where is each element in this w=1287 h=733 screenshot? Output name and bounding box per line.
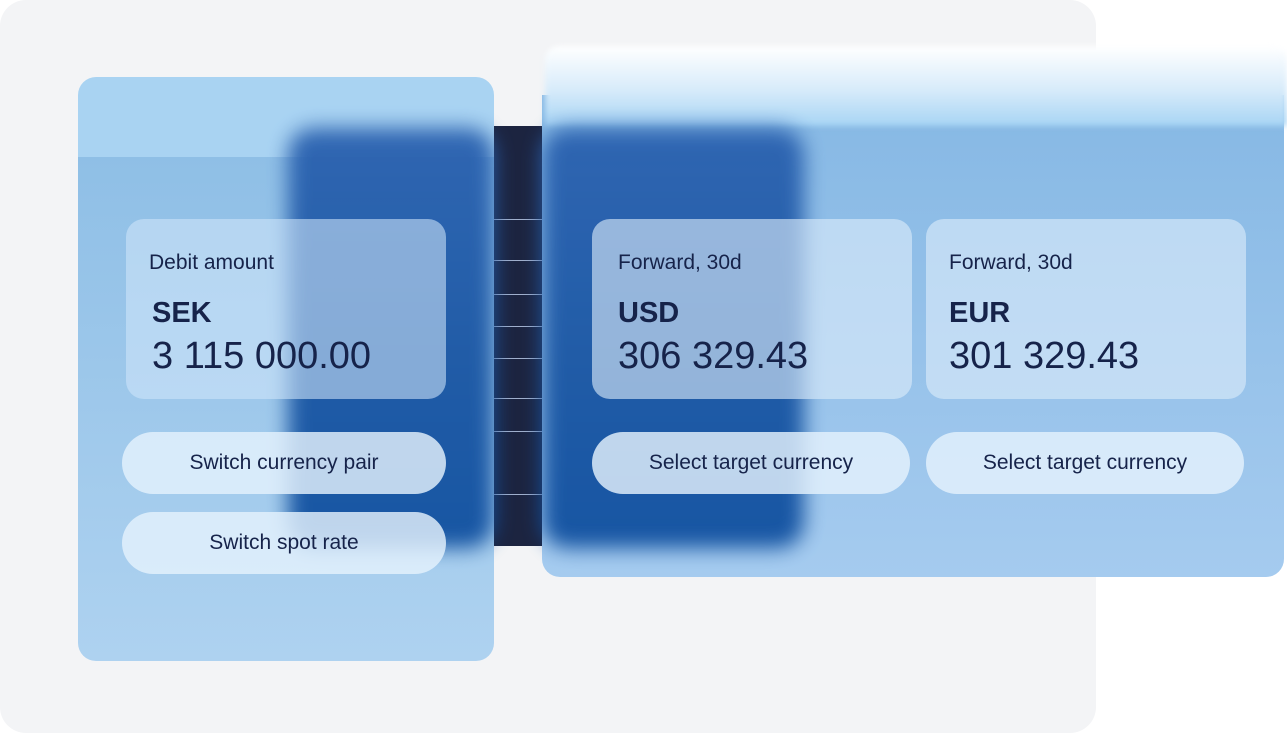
forward-label: Forward, 30d (618, 251, 742, 274)
debit-amount-value: 3 115 000.00 (152, 335, 372, 377)
target-amount-value: 301 329.43 (949, 335, 1140, 377)
switch-spot-rate-button[interactable]: Switch spot rate (122, 512, 446, 574)
debit-currency-code: SEK (152, 297, 212, 329)
select-target-currency-button[interactable]: Select target currency (926, 432, 1244, 494)
debit-amount-card: Debit amount SEK 3 115 000.00 (126, 219, 446, 399)
target-currency-code: USD (618, 297, 680, 329)
switch-currency-pair-button[interactable]: Switch currency pair (122, 432, 446, 494)
debit-amount-label: Debit amount (149, 251, 274, 274)
select-target-currency-button[interactable]: Select target currency (592, 432, 910, 494)
forward-label: Forward, 30d (949, 251, 1073, 274)
panel-connector (490, 126, 546, 546)
target-currency-code: EUR (949, 297, 1011, 329)
forward-card-usd: Forward, 30d USD 306 329.43 (592, 219, 912, 399)
forward-card-eur: Forward, 30d EUR 301 329.43 (926, 219, 1246, 399)
target-panel-header (545, 46, 1287, 126)
target-amount-value: 306 329.43 (618, 335, 809, 377)
